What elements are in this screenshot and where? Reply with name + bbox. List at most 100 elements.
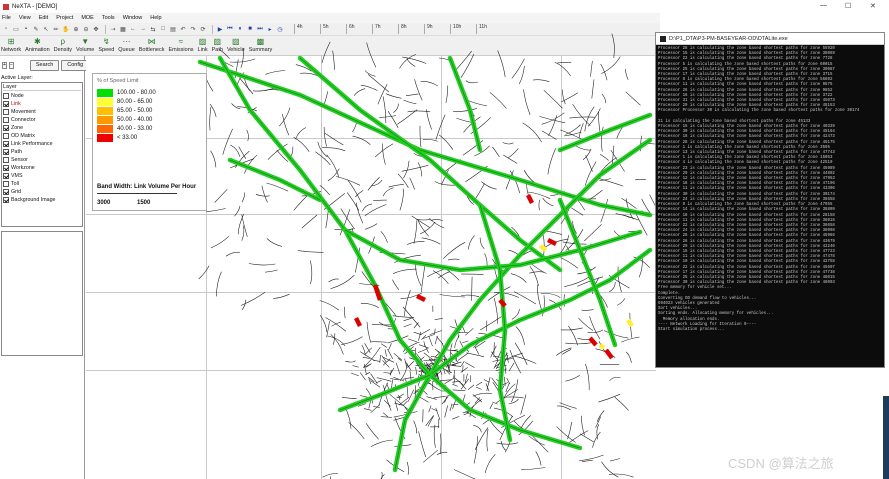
road-segment	[352, 135, 371, 145]
road-segment	[370, 439, 393, 447]
road-segment	[569, 430, 589, 443]
road-segment	[414, 262, 422, 287]
road-segment	[518, 65, 525, 85]
road-segment	[397, 109, 418, 125]
road-segment	[348, 422, 365, 440]
congested-link	[525, 193, 535, 205]
road-segment	[428, 405, 432, 413]
road-segment	[634, 178, 646, 181]
road-segment	[475, 386, 482, 390]
road-segment	[483, 379, 490, 383]
road-segment	[489, 92, 507, 109]
road-segment	[474, 427, 489, 451]
road-segment	[261, 185, 268, 203]
road-segment	[492, 146, 500, 158]
road-segment	[241, 214, 248, 237]
console-line: Processor Processor 30 is calculating th…	[658, 109, 860, 114]
road-segment	[506, 352, 509, 363]
band-width-line	[97, 193, 177, 194]
road-segment	[423, 139, 438, 142]
road-segment	[497, 50, 506, 78]
road-segment	[567, 422, 572, 440]
road-segment	[452, 383, 458, 387]
road-segment	[598, 393, 621, 403]
road-segment	[370, 341, 387, 343]
road-segment	[319, 300, 340, 311]
legend-swatch	[97, 97, 113, 106]
road-segment	[453, 469, 476, 479]
road-segment	[625, 68, 629, 80]
legend-title: % of Speed Limit	[97, 78, 139, 84]
road-segment	[364, 70, 376, 77]
road-segment	[413, 322, 419, 329]
road-segment	[403, 99, 417, 104]
road-segment	[439, 134, 454, 150]
legend-row: < 33.00	[97, 133, 202, 142]
road-segment	[362, 203, 373, 212]
road-segment	[401, 165, 429, 172]
road-segment	[473, 425, 482, 433]
road-segment	[436, 336, 444, 345]
road-segment	[562, 349, 572, 355]
console-titlebar: D:\P1_DTA\P3-PM-BASEYEAR-OD\DTALite.exe	[656, 33, 884, 45]
road-segment	[490, 345, 497, 358]
road-segment	[456, 50, 472, 70]
road-segment	[442, 242, 466, 259]
road-segment	[500, 440, 507, 451]
speed-legend[interactable]: % of Speed Limit 100.00 - 80.00 80.00 - 6…	[92, 73, 207, 211]
road-segment	[383, 372, 392, 374]
road-segment	[542, 197, 554, 207]
road-segment	[419, 344, 429, 349]
road-segment	[430, 219, 443, 222]
road-segment	[601, 93, 607, 104]
watermark: CSDN @算法之旅	[728, 456, 834, 471]
road-segment	[355, 202, 364, 224]
road-segment	[419, 329, 430, 336]
road-segment	[321, 41, 331, 63]
legend-label: 40.00 - 33.00	[117, 125, 153, 132]
road-segment	[399, 188, 404, 211]
road-segment	[389, 367, 395, 376]
legend-swatch	[97, 124, 113, 133]
road-segment	[265, 269, 278, 273]
road-segment	[473, 436, 478, 464]
road-segment	[387, 348, 394, 360]
road-segment	[379, 354, 381, 363]
road-segment	[364, 343, 371, 354]
road-segment	[491, 351, 499, 361]
road-segment	[467, 384, 475, 390]
road-segment	[507, 148, 519, 159]
road-segment	[452, 416, 460, 420]
road-segment	[372, 359, 381, 362]
road-segment	[565, 342, 591, 345]
road-segment	[461, 361, 465, 366]
road-segment	[364, 223, 378, 230]
road-segment	[560, 129, 582, 140]
road-segment	[466, 352, 485, 358]
legend-row: 80.00 - 65.00	[97, 97, 202, 106]
road-segment	[590, 60, 593, 77]
slow-link	[538, 244, 548, 252]
road-segment	[494, 292, 520, 298]
road-segment	[428, 336, 433, 347]
road-segment	[382, 96, 387, 123]
road-segment	[601, 461, 619, 478]
road-segment	[434, 318, 443, 320]
road-segment	[611, 33, 615, 59]
slow-link	[626, 318, 634, 328]
congested-link	[604, 348, 614, 360]
congested-link	[415, 293, 427, 303]
road-segment	[465, 328, 474, 336]
road-segment	[421, 265, 426, 293]
console-window[interactable]: D:\P1_DTA\P3-PM-BASEYEAR-OD\DTALite.exe …	[655, 32, 885, 368]
road-segment	[370, 373, 378, 384]
road-segment	[434, 335, 438, 345]
road-segment	[347, 179, 362, 203]
road-segment	[577, 338, 590, 341]
road-segment	[423, 341, 426, 347]
road-segment	[393, 268, 417, 274]
road-segment	[591, 79, 595, 99]
road-segment	[609, 281, 616, 293]
road-segment	[484, 454, 496, 474]
road-segment	[461, 294, 480, 298]
